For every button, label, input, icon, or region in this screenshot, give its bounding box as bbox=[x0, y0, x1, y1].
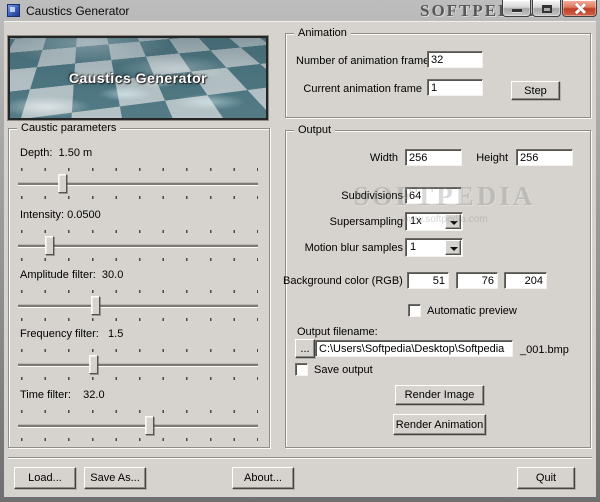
depth-label: Depth: 1.50 m bbox=[20, 147, 93, 159]
background-r-input[interactable] bbox=[407, 272, 449, 289]
intensity-ticks-bottom bbox=[21, 258, 258, 261]
automatic-preview-checkbox[interactable] bbox=[408, 304, 421, 317]
motion-blur-dropdown-button[interactable] bbox=[445, 240, 461, 255]
about-button[interactable]: About... bbox=[232, 467, 294, 489]
frequency-filter-label: Frequency filter: 1.5 bbox=[20, 328, 124, 340]
caustic-parameters-legend: Caustic parameters bbox=[17, 122, 121, 135]
frequency-slider-track[interactable] bbox=[18, 364, 258, 366]
preview-caption: Caustics Generator bbox=[68, 70, 208, 86]
height-input[interactable] bbox=[516, 149, 573, 166]
caustics-preview-image: Caustics Generator bbox=[8, 36, 268, 120]
supersampling-dropdown[interactable]: 1x bbox=[405, 212, 463, 231]
frequency-slider-thumb[interactable] bbox=[89, 355, 99, 374]
window-title: Caustics Generator bbox=[26, 4, 130, 18]
titlebar[interactable]: Caustics Generator SOFTPEDIA bbox=[0, 0, 600, 21]
load-button[interactable]: Load... bbox=[14, 467, 76, 489]
maximize-icon bbox=[542, 5, 552, 13]
background-color-label: Background color (RGB) bbox=[283, 275, 403, 287]
subdivisions-label: Subdivisions bbox=[341, 190, 403, 202]
render-animation-button[interactable]: Render Animation bbox=[393, 414, 486, 435]
animation-group-legend: Animation bbox=[294, 27, 351, 40]
time-slider-track[interactable] bbox=[18, 425, 258, 427]
current-frame-label: Current animation frame bbox=[303, 83, 422, 95]
chevron-down-icon bbox=[450, 221, 458, 225]
quit-button[interactable]: Quit bbox=[517, 467, 575, 489]
amplitude-ticks-top bbox=[21, 290, 258, 293]
width-label: Width bbox=[369, 152, 398, 164]
frequency-ticks-bottom bbox=[21, 377, 258, 380]
save-as-button[interactable]: Save As... bbox=[84, 467, 146, 489]
output-group-legend: Output bbox=[294, 124, 336, 137]
amplitude-filter-label: Amplitude filter: 30.0 bbox=[20, 269, 124, 281]
output-filename-input[interactable] bbox=[315, 340, 513, 357]
depth-ticks-bottom bbox=[21, 196, 258, 199]
amplitude-filter-slider: Amplitude filter: 30.0 bbox=[18, 269, 260, 325]
app-icon bbox=[7, 4, 20, 17]
subdivisions-input[interactable] bbox=[405, 187, 462, 204]
time-ticks-bottom bbox=[21, 438, 258, 441]
width-input[interactable] bbox=[405, 149, 462, 166]
depth-slider-track[interactable] bbox=[18, 183, 258, 185]
step-button[interactable]: Step bbox=[511, 81, 560, 100]
time-filter-slider: Time filter: 32.0 bbox=[18, 389, 260, 445]
intensity-slider: Intensity: 0.0500 bbox=[18, 209, 260, 265]
close-icon bbox=[563, 0, 596, 16]
minimize-button[interactable] bbox=[502, 0, 531, 17]
intensity-label: Intensity: 0.0500 bbox=[20, 209, 101, 221]
browse-button[interactable]: ... bbox=[295, 339, 315, 358]
minimize-icon bbox=[512, 9, 522, 12]
footer-separator bbox=[8, 457, 592, 459]
depth-slider: Depth: 1.50 m bbox=[18, 147, 260, 203]
supersampling-dropdown-button[interactable] bbox=[445, 214, 461, 229]
motion-blur-dropdown[interactable]: 1 bbox=[405, 238, 463, 257]
render-image-button[interactable]: Render Image bbox=[395, 385, 484, 405]
window-controls bbox=[502, 0, 597, 17]
background-b-input[interactable] bbox=[504, 272, 547, 289]
close-button[interactable] bbox=[562, 0, 597, 17]
save-output-label: Save output bbox=[314, 364, 373, 376]
background-g-input[interactable] bbox=[456, 272, 498, 289]
filename-suffix-label: _001.bmp bbox=[520, 344, 569, 356]
animation-frames-input[interactable] bbox=[427, 51, 483, 68]
motion-blur-label: Motion blur samples bbox=[304, 242, 403, 254]
supersampling-label: Supersampling bbox=[329, 216, 403, 228]
intensity-slider-thumb[interactable] bbox=[45, 236, 55, 255]
intensity-ticks-top bbox=[21, 230, 258, 233]
motion-blur-value: 1 bbox=[410, 241, 417, 253]
time-filter-label: Time filter: 32.0 bbox=[20, 389, 105, 401]
current-frame-input[interactable] bbox=[427, 79, 483, 96]
animation-group: Animation bbox=[285, 27, 591, 118]
depth-ticks-top bbox=[21, 168, 258, 171]
amplitude-ticks-bottom bbox=[21, 318, 258, 321]
frequency-ticks-top bbox=[21, 349, 258, 352]
time-ticks-top bbox=[21, 410, 258, 413]
animation-frames-label: Number of animation frames bbox=[296, 55, 435, 67]
automatic-preview-label: Automatic preview bbox=[427, 305, 517, 317]
maximize-button[interactable] bbox=[532, 0, 561, 17]
save-output-checkbox[interactable] bbox=[295, 363, 308, 376]
frequency-filter-slider: Frequency filter: 1.5 bbox=[18, 328, 260, 384]
time-slider-thumb[interactable] bbox=[144, 416, 154, 435]
output-filename-label: Output filename: bbox=[297, 326, 378, 338]
amplitude-slider-thumb[interactable] bbox=[91, 296, 101, 315]
chevron-down-icon bbox=[450, 247, 458, 251]
app-window: Caustics Generator SOFTPEDIA Caustics Ge… bbox=[0, 0, 600, 502]
depth-slider-thumb[interactable] bbox=[57, 174, 67, 193]
height-label: Height bbox=[476, 152, 508, 164]
amplitude-slider-track[interactable] bbox=[18, 305, 258, 307]
supersampling-value: 1x bbox=[410, 215, 422, 227]
